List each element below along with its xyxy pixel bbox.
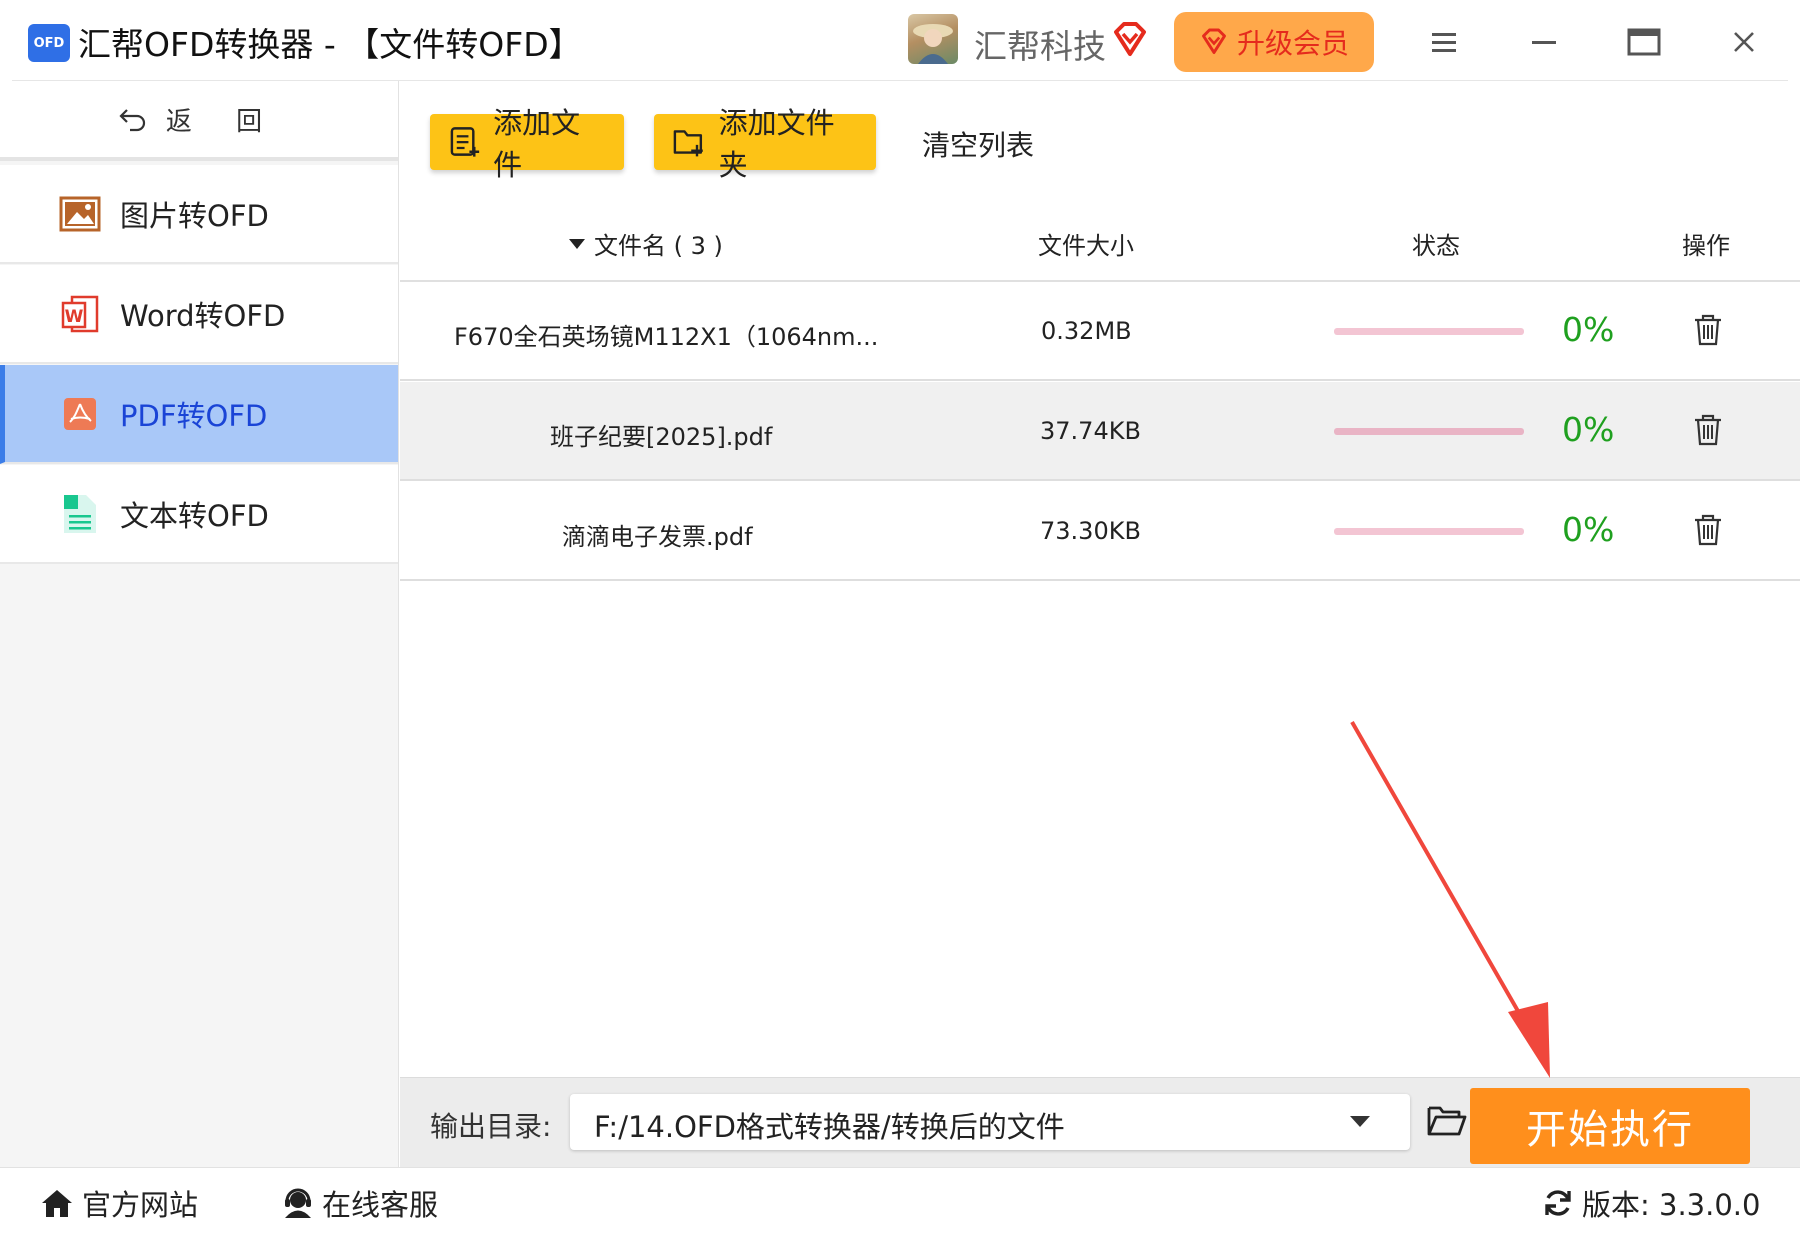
- folder-open-icon: [1427, 1106, 1467, 1136]
- sidebar-item-label: PDF转OFD: [120, 398, 268, 433]
- add-folder-button[interactable]: 添加文件夹: [654, 106, 876, 182]
- progress-bar: [1334, 528, 1524, 535]
- vip-diamond-icon: [1110, 20, 1150, 60]
- official-website-link[interactable]: 官方网站: [40, 1182, 198, 1224]
- table-row[interactable]: F670全石英场镜M112X1（1064nm... 0.32MB 0%: [400, 282, 1800, 381]
- progress-bar: [1334, 328, 1524, 335]
- minimize-icon: [1532, 41, 1556, 44]
- avatar[interactable]: [908, 14, 958, 64]
- add-folder-icon: [673, 130, 703, 157]
- maximize-button[interactable]: [1620, 18, 1668, 66]
- progress-percent: 0%: [1562, 410, 1615, 449]
- home-icon: [42, 1190, 72, 1217]
- column-header-status: 状态: [1412, 232, 1460, 260]
- progress-bar: [1334, 428, 1524, 435]
- sidebar-item-text-to-ofd[interactable]: 文本转OFD: [0, 465, 398, 564]
- table-row[interactable]: 滴滴电子发票.pdf 73.30KB 0%: [400, 482, 1800, 581]
- sidebar-item-label: 图片转OFD: [120, 198, 269, 233]
- upgrade-vip-button[interactable]: 升级会员: [1174, 12, 1374, 72]
- official-website-label: 官方网站: [82, 1188, 199, 1222]
- file-size: 73.30KB: [1040, 517, 1141, 545]
- output-directory-select[interactable]: F:/14.OFD格式转换器/转换后的文件: [570, 1094, 1410, 1150]
- column-header-size: 文件大小: [1038, 232, 1134, 260]
- close-icon: [1734, 32, 1754, 52]
- output-directory-value: F:/14.OFD格式转换器/转换后的文件: [594, 1110, 1065, 1144]
- back-arrow-icon: [119, 109, 145, 132]
- image-icon: [58, 193, 102, 235]
- online-support-label: 在线客服: [322, 1188, 439, 1222]
- vip-diamond-icon: [1201, 28, 1226, 54]
- column-header-action: 操作: [1682, 232, 1730, 260]
- progress-percent: 0%: [1562, 510, 1615, 549]
- window-title: 汇帮OFD转换器 - 【文件转OFD】: [78, 25, 582, 64]
- progress-percent: 0%: [1562, 310, 1615, 349]
- version-info[interactable]: 版本: 3.3.0.0: [1542, 1182, 1760, 1224]
- close-button[interactable]: [1720, 18, 1768, 66]
- file-name: 班子纪要[2025].pdf: [550, 423, 773, 451]
- file-name: F670全石英场镜M112X1（1064nm...: [454, 323, 879, 351]
- sidebar-item-image-to-ofd[interactable]: 图片转OFD: [0, 165, 398, 264]
- version-label: 版本: 3.3.0.0: [1582, 1188, 1761, 1222]
- back-button[interactable]: 返 回: [0, 81, 398, 161]
- maximize-icon: [1627, 28, 1661, 56]
- start-label: 开始执行: [1526, 1107, 1694, 1153]
- refresh-icon: [1545, 1190, 1571, 1216]
- back-label: 返 回: [165, 106, 281, 137]
- clear-list-button[interactable]: 清空列表: [922, 124, 1034, 164]
- online-support-link[interactable]: 在线客服: [282, 1182, 438, 1224]
- add-file-label: 添加文件: [493, 106, 581, 182]
- sidebar-item-label: 文本转OFD: [120, 498, 269, 533]
- add-file-icon: [450, 127, 480, 157]
- pdf-icon: [58, 393, 102, 435]
- delete-button[interactable]: [1692, 313, 1724, 347]
- output-directory-label: 输出目录:: [430, 1110, 552, 1143]
- file-size: 0.32MB: [1041, 317, 1132, 345]
- footer: [0, 1167, 1800, 1235]
- hamburger-icon: [1432, 33, 1456, 52]
- delete-button[interactable]: [1692, 413, 1724, 447]
- trash-icon: [1695, 414, 1721, 446]
- text-file-icon: [58, 493, 102, 535]
- sidebar-item-word-to-ofd[interactable]: W Word转OFD: [0, 265, 398, 364]
- menu-button[interactable]: [1420, 18, 1468, 66]
- headset-icon: [285, 1188, 311, 1218]
- upgrade-label: 升级会员: [1236, 27, 1349, 60]
- table-row[interactable]: 班子纪要[2025].pdf 37.74KB 0%: [400, 382, 1800, 481]
- delete-button[interactable]: [1692, 513, 1724, 547]
- word-icon: W: [58, 293, 102, 335]
- svg-text:W: W: [65, 307, 84, 327]
- trash-icon: [1695, 314, 1721, 346]
- app-logo: OFD: [28, 24, 70, 62]
- file-size: 37.74KB: [1040, 417, 1141, 445]
- start-button[interactable]: 开始执行: [1470, 1088, 1750, 1164]
- trash-icon: [1695, 514, 1721, 546]
- app-logo-text: OFD: [33, 35, 65, 51]
- add-folder-label: 添加文件夹: [718, 106, 835, 182]
- sidebar-item-pdf-to-ofd[interactable]: PDF转OFD: [0, 365, 398, 464]
- column-header-filename[interactable]: 文件名 ( 3 ): [568, 226, 723, 261]
- sidebar-item-label: Word转OFD: [120, 298, 286, 333]
- column-header-filename-label: 文件名 ( 3 ): [594, 232, 723, 260]
- chevron-down-icon: [1350, 1116, 1370, 1127]
- company-name: 汇帮科技: [974, 27, 1106, 66]
- sort-down-icon: [569, 238, 585, 249]
- file-name: 滴滴电子发票.pdf: [562, 523, 753, 551]
- minimize-button[interactable]: [1520, 18, 1568, 66]
- browse-folder-button[interactable]: [1426, 1102, 1468, 1142]
- add-file-button[interactable]: 添加文件: [430, 106, 624, 182]
